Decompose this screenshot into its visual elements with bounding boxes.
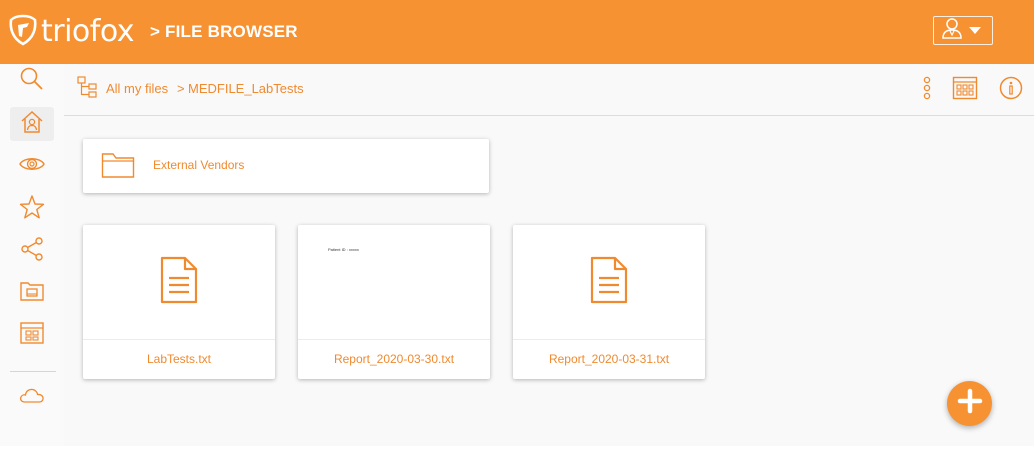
- search-icon: [19, 66, 45, 97]
- breadcrumb-current[interactable]: MEDFILE_LabTests: [188, 81, 304, 96]
- folder-card[interactable]: External Vendors: [83, 139, 489, 193]
- grid-view-button[interactable]: [951, 76, 979, 104]
- folder-tree-icon[interactable]: [77, 76, 99, 103]
- card-divider: [513, 339, 705, 340]
- file-thumbnail: Patient ID : xxxxx: [298, 225, 490, 339]
- document-icon: [589, 256, 629, 309]
- sidebar-item-home[interactable]: [10, 107, 54, 141]
- breadcrumb-root[interactable]: All my files: [106, 81, 168, 96]
- user-icon: [941, 17, 963, 44]
- file-name: Report_2020-03-31.txt: [548, 352, 670, 366]
- plus-icon: [957, 388, 983, 419]
- breadcrumb-separator: >: [177, 81, 185, 96]
- file-thumbnail: [83, 225, 275, 339]
- file-card[interactable]: LabTests.txt: [83, 225, 275, 379]
- info-icon: [999, 76, 1023, 105]
- info-button[interactable]: [998, 76, 1024, 104]
- file-card[interactable]: Report_2020-03-31.txt: [513, 225, 705, 379]
- sidebar-item-shared[interactable]: [10, 234, 54, 268]
- sidebar-item-cloud[interactable]: [10, 380, 54, 414]
- eye-icon: [18, 153, 46, 180]
- sidebar-item-dashboard[interactable]: [10, 318, 54, 352]
- page-title: > FILE BROWSER: [150, 22, 298, 41]
- file-thumbnail: [513, 225, 705, 339]
- logo[interactable]: triofox: [8, 14, 135, 51]
- add-button[interactable]: [947, 381, 992, 426]
- more-options-button[interactable]: [919, 76, 935, 104]
- folder-name: External Vendors: [153, 158, 245, 172]
- home-icon: [19, 109, 45, 140]
- document-icon: [159, 256, 199, 309]
- user-menu-button[interactable]: [933, 16, 993, 45]
- sidebar-divider: [10, 371, 56, 372]
- folder-icon: [101, 151, 135, 184]
- folder-drive-icon: [19, 279, 45, 308]
- sidebar: [0, 64, 64, 446]
- file-name: Report_2020-03-30.txt: [333, 352, 455, 366]
- sidebar-item-search[interactable]: [10, 64, 54, 98]
- logo-text: triofox: [41, 14, 135, 49]
- sidebar-item-favorites[interactable]: [10, 192, 54, 226]
- file-preview-text: Patient ID : xxxxx: [328, 247, 359, 252]
- dashboard-icon: [19, 321, 45, 350]
- toolbar: All my files > MEDFILE_LabTests: [64, 64, 1034, 116]
- top-bar: triofox > FILE BROWSER: [0, 0, 1034, 64]
- sidebar-item-watch[interactable]: [10, 149, 54, 183]
- file-name: LabTests.txt: [146, 352, 212, 366]
- star-icon: [19, 194, 45, 225]
- triofox-logo-icon: [8, 14, 38, 51]
- cloud-icon: [18, 385, 46, 410]
- sidebar-item-team-folders[interactable]: [10, 276, 54, 310]
- file-card[interactable]: Patient ID : xxxxx Report_2020-03-30.txt: [298, 225, 490, 379]
- card-divider: [83, 339, 275, 340]
- card-divider: [298, 339, 490, 340]
- caret-down-icon: [969, 27, 981, 34]
- more-vertical-icon: [922, 75, 932, 106]
- grid-view-icon: [952, 76, 978, 105]
- main-content: All my files > MEDFILE_LabTests External…: [64, 64, 1034, 446]
- share-icon: [19, 236, 45, 267]
